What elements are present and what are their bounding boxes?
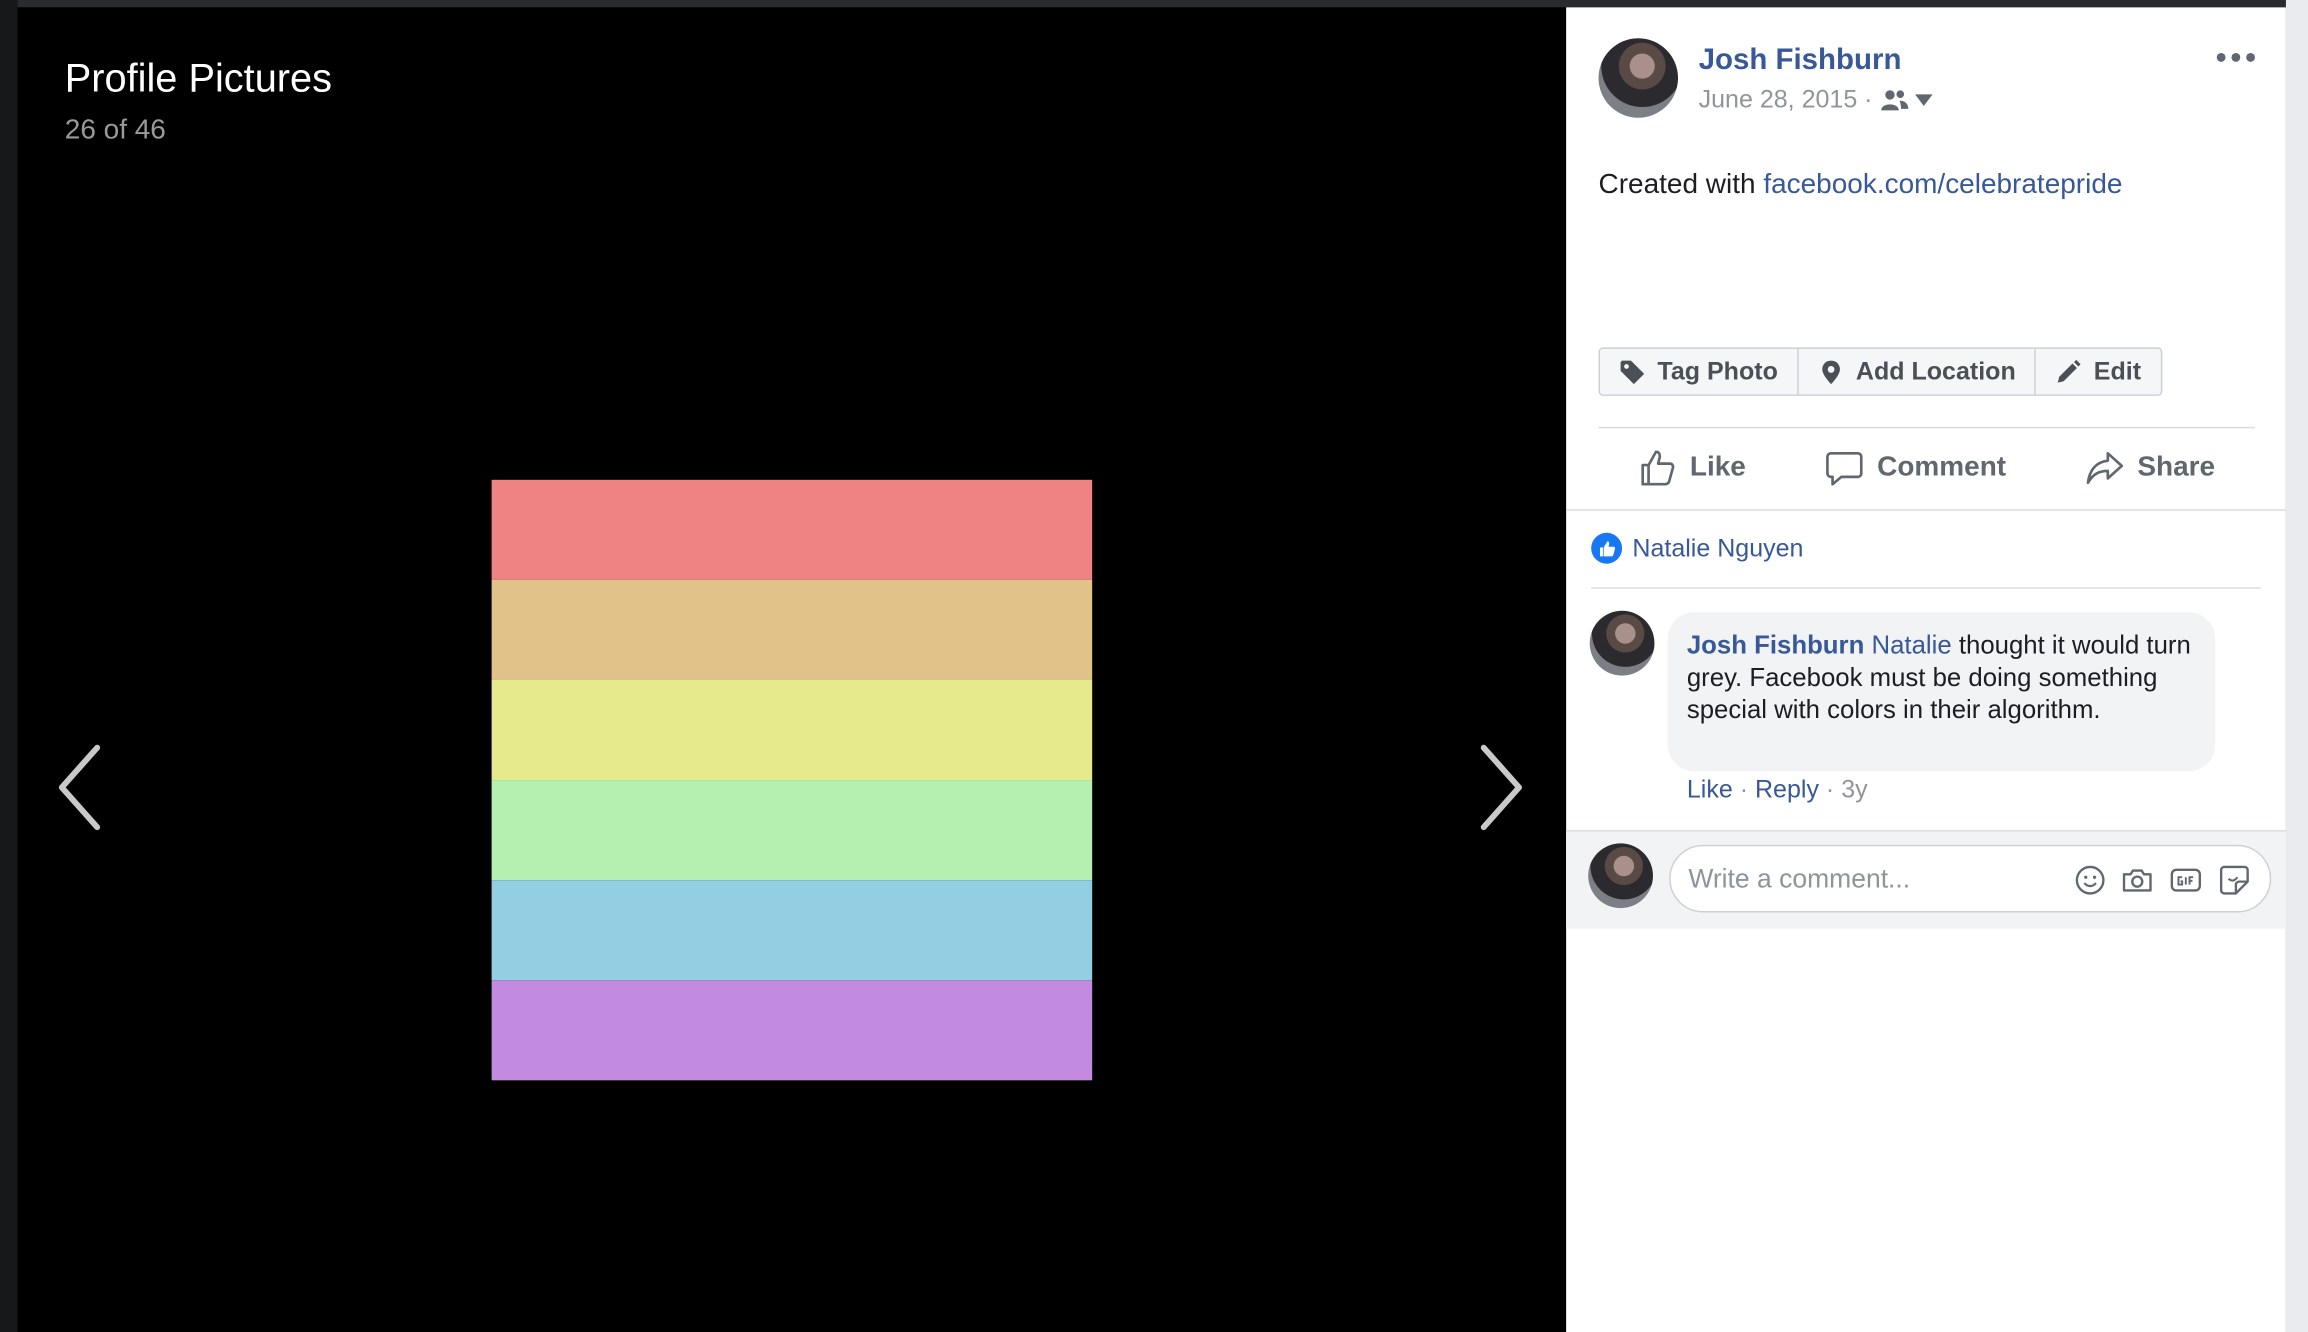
album-position: 26 of 46 xyxy=(64,114,166,146)
comment-age[interactable]: 3y xyxy=(1841,776,1867,804)
pencil-icon xyxy=(2058,359,2082,382)
post-author-name[interactable]: Josh Fishburn xyxy=(1699,44,1902,78)
background-page-right xyxy=(2285,0,2308,1332)
album-title: Profile Pictures xyxy=(64,55,333,101)
commenter-avatar[interactable] xyxy=(1589,610,1655,676)
comment-bubble: Josh Fishburn Natalie thought it would t… xyxy=(1667,612,2216,772)
chevron-left-icon xyxy=(58,744,101,831)
background-page-left xyxy=(0,0,18,1332)
thumbs-up-icon xyxy=(1599,540,1615,556)
post-meta: June 28, 2015 · xyxy=(1699,85,1933,114)
comment-like-link[interactable]: Like xyxy=(1687,776,1733,804)
caret-down-icon xyxy=(1915,94,1933,106)
add-location-button[interactable]: Add Location xyxy=(1798,348,2037,395)
previous-photo-button[interactable] xyxy=(53,736,112,839)
photo-stripe xyxy=(491,579,1093,680)
author-avatar[interactable] xyxy=(1598,38,1679,118)
like-button[interactable]: Like xyxy=(1638,449,1746,487)
emoji-button[interactable] xyxy=(2074,864,2106,896)
liker-names[interactable]: Natalie Nguyen xyxy=(1632,534,1803,563)
map-pin-icon xyxy=(1822,359,1840,384)
divider xyxy=(1598,426,2256,429)
camera-icon xyxy=(2122,869,2152,892)
background-page-top xyxy=(0,0,2308,8)
comment-icon xyxy=(1826,451,1864,486)
separator: · xyxy=(1732,775,1755,804)
post-details-panel: Josh Fishburn June 28, 2015 · Created wi… xyxy=(1566,7,2286,1332)
sticker-icon xyxy=(2219,865,2249,895)
likes-summary: Natalie Nguyen xyxy=(1591,532,1803,564)
photo-stripe xyxy=(491,880,1093,981)
chevron-right-icon xyxy=(1480,744,1522,831)
divider xyxy=(1591,587,2261,589)
edit-label: Edit xyxy=(2093,356,2142,385)
gif-icon xyxy=(2170,868,2201,892)
add-location-label: Add Location xyxy=(1855,356,2016,385)
friends-icon xyxy=(1881,90,1909,111)
comment-input-box xyxy=(1669,844,2272,913)
caption-link[interactable]: facebook.com/celebratepride xyxy=(1763,169,2122,200)
photo-actions: Tag Photo Add Location Edit xyxy=(1598,347,2162,396)
share-label: Share xyxy=(2137,451,2216,483)
like-label: Like xyxy=(1689,451,1746,483)
next-photo-button[interactable] xyxy=(1469,736,1528,839)
photo-stripe xyxy=(491,980,1093,1081)
audience-selector[interactable] xyxy=(1880,88,1933,112)
comment-author[interactable]: Josh Fishburn xyxy=(1687,630,1864,659)
comment-input[interactable] xyxy=(1688,846,2057,912)
comment-actions: Like · Reply · 3y xyxy=(1687,776,1868,805)
photo-stripe xyxy=(491,780,1093,881)
like-reaction-badge xyxy=(1591,532,1623,564)
share-icon xyxy=(2086,451,2124,485)
rainbow-photo xyxy=(491,479,1093,1081)
comment-label: Comment xyxy=(1877,451,2007,483)
composer-avatar xyxy=(1588,843,1653,909)
divider xyxy=(1566,509,2286,511)
comment-mention[interactable]: Natalie xyxy=(1871,630,1951,659)
photo-theater: Profile Pictures 26 of 46 Josh Fishburn … xyxy=(0,0,2308,1332)
sticker-button[interactable] xyxy=(2218,864,2250,896)
edit-button[interactable]: Edit xyxy=(2036,349,2160,395)
separator: · xyxy=(1818,775,1842,804)
tag-photo-button[interactable]: Tag Photo xyxy=(1600,348,1799,395)
photo-stripe xyxy=(491,479,1093,580)
tag-photo-label: Tag Photo xyxy=(1657,356,1778,385)
caption-text: Created with xyxy=(1598,169,1756,201)
share-button[interactable]: Share xyxy=(2086,449,2215,487)
thumbs-up-icon xyxy=(1641,450,1675,486)
post-caption: Created with facebook.com/celebratepride xyxy=(1599,169,2123,201)
post-date[interactable]: June 28, 2015 · xyxy=(1699,85,1873,114)
social-actions: Like Comment Share xyxy=(1599,436,2255,501)
comment-reply-link[interactable]: Reply xyxy=(1755,776,1819,804)
tag-icon xyxy=(1620,359,1645,384)
comment-button[interactable]: Comment xyxy=(1826,449,2006,487)
gif-button[interactable] xyxy=(2170,864,2202,896)
photo-stripe xyxy=(491,679,1093,781)
more-horizontal-icon[interactable] xyxy=(2214,46,2258,70)
emoji-icon xyxy=(2075,865,2105,895)
photo-viewer: Profile Pictures 26 of 46 xyxy=(17,7,1567,1332)
photo-button[interactable] xyxy=(2121,864,2153,896)
